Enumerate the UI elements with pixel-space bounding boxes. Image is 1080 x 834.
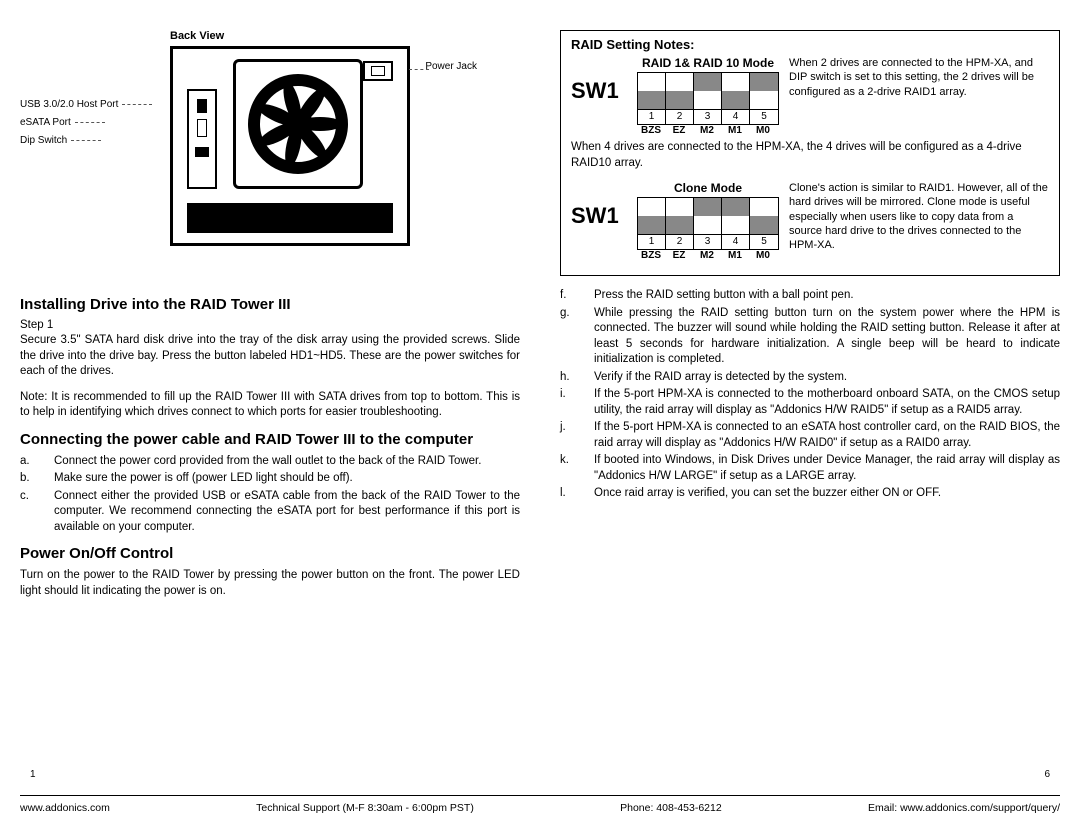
list-item-marker: h. [560, 370, 594, 386]
power-jack-label: Power Jack [425, 61, 477, 72]
install-note: Note: It is recommended to fill up the R… [20, 390, 520, 421]
dip2-desc: Clone's action is similar to RAID1. Howe… [789, 181, 1049, 252]
list-item: g.While pressing the RAID setting button… [560, 306, 1060, 368]
list-item-marker: f. [560, 288, 594, 304]
dip-block-2: SW1 Clone Mode 12345 BZSEZM2M1M0 Clone's… [571, 181, 1049, 261]
list-item: h.Verify if the RAID array is detected b… [560, 370, 1060, 386]
dip1-labels: BZSEZM2M1M0 [637, 125, 779, 136]
dip-slot: 4 [722, 73, 750, 124]
list-item-marker: j. [560, 420, 594, 451]
list-item: i.If the 5-port HPM-XA is connected to t… [560, 387, 1060, 418]
dip-slot: 2 [666, 73, 694, 124]
list-item-marker: i. [560, 387, 594, 418]
list-item-marker: k. [560, 453, 594, 484]
footer-email: Email: www.addonics.com/support/query/ [868, 802, 1060, 814]
dip-block-1: SW1 RAID 1& RAID 10 Mode 12345 BZSEZM2M1… [571, 56, 1049, 136]
esata-port-label: eSATA Port [20, 117, 71, 128]
list-item: c.Connect either the provided USB or eSA… [20, 489, 520, 536]
right-column: RAID Setting Notes: SW1 RAID 1& RAID 10 … [560, 30, 1060, 609]
step1-label: Step 1 [20, 319, 520, 331]
sw1-label-2: SW1 [571, 181, 627, 229]
dip-slot: 5 [750, 198, 778, 249]
dip-pin-label: M1 [721, 250, 749, 261]
dip-switch-label: Dip Switch [20, 135, 67, 146]
list-item-marker: b. [20, 471, 54, 487]
dip1-span-note: When 4 drives are connected to the HPM-X… [571, 140, 1049, 171]
raid-steps-list: f.Press the RAID setting button with a b… [560, 288, 1060, 502]
footer-phone: Phone: 408-453-6212 [620, 802, 722, 814]
list-item-text: Once raid array is verified, you can set… [594, 486, 1060, 502]
footer-site: www.addonics.com [20, 802, 110, 814]
device-box: Power Jack [170, 46, 410, 246]
sw1-label-1: SW1 [571, 56, 627, 104]
dip-pin-label: M1 [721, 125, 749, 136]
dip-slot: 2 [666, 198, 694, 249]
raid-notes-title: RAID Setting Notes: [571, 37, 1049, 52]
dip1-title: RAID 1& RAID 10 Mode [637, 56, 779, 70]
page-number-left: 1 [30, 769, 36, 780]
heading-connect: Connecting the power cable and RAID Towe… [20, 431, 520, 448]
connect-list: a.Connect the power cord provided from t… [20, 454, 520, 536]
dip-slot: 3 [694, 198, 722, 249]
list-item: j.If the 5-port HPM-XA is connected to a… [560, 420, 1060, 451]
list-item-text: Connect the power cord provided from the… [54, 454, 520, 470]
dip-pin-label: M2 [693, 125, 721, 136]
list-item: b.Make sure the power is off (power LED … [20, 471, 520, 487]
dip-slot: 5 [750, 73, 778, 124]
list-item-marker: g. [560, 306, 594, 368]
power-body: Turn on the power to the RAID Tower by p… [20, 568, 520, 599]
dip-pin-label: EZ [665, 125, 693, 136]
dip-pin-label: BZS [637, 250, 665, 261]
dip-slot: 4 [722, 198, 750, 249]
dip-pin-label: EZ [665, 250, 693, 261]
list-item-text: Press the RAID setting button with a bal… [594, 288, 1060, 304]
footer: www.addonics.com Technical Support (M-F … [20, 795, 1060, 814]
dip2-title: Clone Mode [637, 181, 779, 195]
heading-power: Power On/Off Control [20, 545, 520, 562]
power-jack-icon [363, 61, 393, 81]
list-item-text: If the 5-port HPM-XA is connected to an … [594, 420, 1060, 451]
heading-install: Installing Drive into the RAID Tower III [20, 296, 520, 313]
list-item-text: If the 5-port HPM-XA is connected to the… [594, 387, 1060, 418]
list-item: l.Once raid array is verified, you can s… [560, 486, 1060, 502]
dip1-desc: When 2 drives are connected to the HPM-X… [789, 56, 1049, 99]
list-item-text: Connect either the provided USB or eSATA… [54, 489, 520, 536]
ports-panel [187, 89, 217, 189]
port-labels: USB 3.0/2.0 Host Port eSATA Port Dip Swi… [20, 96, 152, 150]
dip-slot: 3 [694, 73, 722, 124]
dip-pin-label: M0 [749, 250, 777, 261]
dip2-labels: BZSEZM2M1M0 [637, 250, 779, 261]
dip-pin-label: M2 [693, 250, 721, 261]
step1-body: Secure 3.5" SATA hard disk drive into th… [20, 333, 520, 380]
raid-notes-box: RAID Setting Notes: SW1 RAID 1& RAID 10 … [560, 30, 1060, 276]
list-item-text: While pressing the RAID setting button t… [594, 306, 1060, 368]
dip-slot: 1 [638, 198, 666, 249]
dip-pin-label: BZS [637, 125, 665, 136]
usb-port-label: USB 3.0/2.0 Host Port [20, 99, 118, 110]
page-number-right: 6 [1044, 769, 1050, 780]
list-item-marker: l. [560, 486, 594, 502]
dip-slot: 1 [638, 73, 666, 124]
bottom-bar [187, 203, 393, 233]
dip2-switch: 12345 [637, 197, 779, 250]
fan-icon [233, 59, 363, 189]
left-column: Back View USB 3.0/2.0 Host Port eSATA Po… [20, 30, 520, 609]
list-item-text: Verify if the RAID array is detected by … [594, 370, 1060, 386]
list-item-text: Make sure the power is off (power LED li… [54, 471, 520, 487]
dip1-switch: 12345 [637, 72, 779, 125]
list-item: a.Connect the power cord provided from t… [20, 454, 520, 470]
list-item: f.Press the RAID setting button with a b… [560, 288, 1060, 304]
dip-pin-label: M0 [749, 125, 777, 136]
list-item: k.If booted into Windows, in Disk Drives… [560, 453, 1060, 484]
list-item-marker: a. [20, 454, 54, 470]
list-item-text: If booted into Windows, in Disk Drives u… [594, 453, 1060, 484]
list-item-marker: c. [20, 489, 54, 536]
footer-tech: Technical Support (M-F 8:30am - 6:00pm P… [256, 802, 474, 814]
back-view-diagram: USB 3.0/2.0 Host Port eSATA Port Dip Swi… [20, 46, 440, 266]
back-view-label: Back View [170, 30, 520, 42]
